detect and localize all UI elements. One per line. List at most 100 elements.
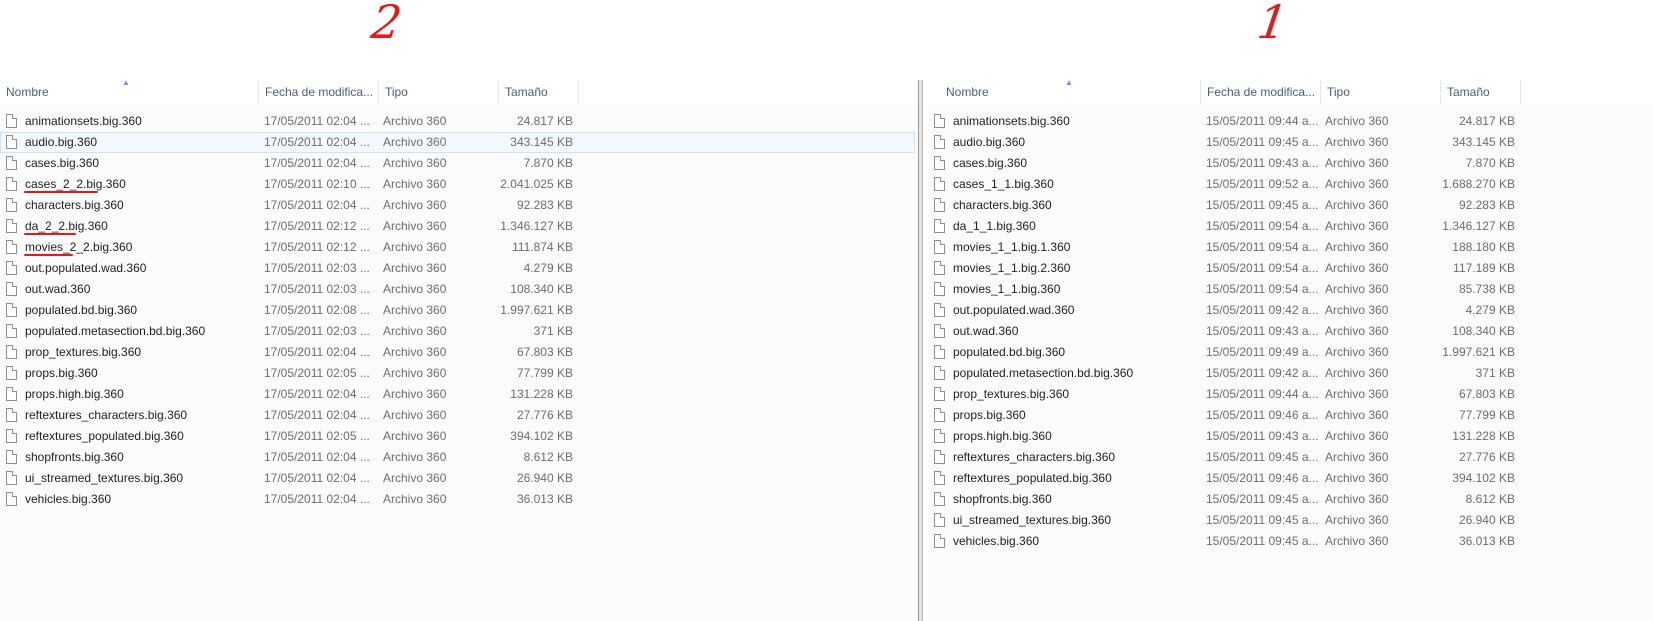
column-header-type[interactable]: Tipo (1320, 80, 1440, 104)
file-row[interactable]: cases.big.360 15/05/2011 09:43 a... Archiv… (928, 153, 1653, 174)
file-row[interactable]: out.populated.wad.360 15/05/2011 09:42 a.… (928, 300, 1653, 321)
file-size: 4.279 KB (1465, 303, 1515, 317)
file-name: populated.bd.big.360 (953, 345, 1066, 359)
file-row[interactable]: props.high.big.360 17/05/2011 02:04 ... Ar… (0, 384, 915, 405)
file-row[interactable]: props.big.360 15/05/2011 09:46 a... Archiv… (928, 405, 1653, 426)
file-row[interactable]: reftextures_populated.big.360 17/05/2011 … (0, 426, 915, 447)
file-size: 108.340 KB (510, 282, 573, 296)
file-row[interactable]: reftextures_characters.big.360 15/05/2011… (928, 447, 1653, 468)
file-row[interactable]: cases_2_2.big.360 17/05/2011 02:10 ... Arc… (0, 174, 915, 195)
file-type: Archivo 360 (1325, 408, 1389, 422)
file-type: Archivo 360 (383, 114, 447, 128)
file-row[interactable]: out.wad.360 17/05/2011 02:03 ... Archivo 3… (0, 279, 915, 300)
file-name: cases_1_1.big.360 (953, 177, 1054, 191)
file-type: Archivo 360 (1325, 114, 1389, 128)
red-underline-annotation (24, 191, 98, 193)
column-header-size[interactable]: Tamaño (1440, 80, 1520, 104)
file-type: Archivo 360 (1325, 387, 1389, 401)
file-type: Archivo 360 (383, 177, 447, 191)
file-row[interactable]: populated.bd.big.360 15/05/2011 09:49 a..… (928, 342, 1653, 363)
file-row[interactable]: animationsets.big.360 17/05/2011 02:04 ..… (0, 111, 915, 132)
file-name: props.big.360 (25, 366, 98, 380)
file-icon (934, 219, 945, 233)
file-row[interactable]: reftextures_characters.big.360 17/05/2011… (0, 405, 915, 426)
file-name: audio.big.360 (25, 135, 98, 149)
file-row[interactable]: cases.big.360 17/05/2011 02:04 ... Archivo… (0, 153, 915, 174)
file-row[interactable]: shopfronts.big.360 17/05/2011 02:04 ... Ar… (0, 447, 915, 468)
file-row[interactable]: prop_textures.big.360 15/05/2011 09:44 a.… (928, 384, 1653, 405)
file-date-modified: 17/05/2011 02:12 ... (264, 240, 370, 254)
file-size: 117.189 KB (1453, 261, 1515, 275)
file-row[interactable]: audio.big.360 15/05/2011 09:45 a... Archiv… (928, 132, 1653, 153)
red-underline-annotation (24, 233, 76, 235)
file-size: 27.776 KB (1458, 450, 1515, 464)
file-row[interactable]: props.high.big.360 15/05/2011 09:43 a... A… (928, 426, 1653, 447)
file-row[interactable]: ui_streamed_textures.big.360 17/05/2011 0… (0, 468, 915, 489)
file-row[interactable]: populated.bd.big.360 17/05/2011 02:08 ...… (0, 300, 915, 321)
file-row[interactable]: movies_1_1.big.360 15/05/2011 09:54 a... A… (928, 279, 1653, 300)
file-icon (6, 282, 17, 296)
file-row[interactable]: movies_2_2.big.360 17/05/2011 02:12 ... Ar… (0, 237, 915, 258)
file-icon (6, 303, 17, 317)
column-header-size[interactable]: Tamaño (498, 80, 578, 104)
file-type: Archivo 360 (383, 198, 447, 212)
file-icon (6, 261, 17, 275)
file-type: Archivo 360 (383, 492, 447, 506)
file-date-modified: 17/05/2011 02:04 ... (264, 135, 370, 149)
file-type: Archivo 360 (383, 261, 447, 275)
file-icon (6, 429, 17, 443)
column-header-name[interactable]: Nombre (940, 80, 1200, 104)
file-name: out.wad.360 (953, 324, 1019, 338)
file-size: 36.013 KB (1458, 534, 1515, 548)
file-name: animationsets.big.360 (953, 114, 1070, 128)
file-row[interactable]: da_2_2.big.360 17/05/2011 02:12 ... Archiv… (0, 216, 915, 237)
file-row[interactable]: vehicles.big.360 15/05/2011 09:45 a... Arc… (928, 531, 1653, 552)
column-header-name[interactable]: Nombre (0, 80, 258, 104)
file-type: Archivo 360 (1325, 492, 1389, 506)
column-header-bar: ▲ Nombre Fecha de modifica... Tipo Tamañ… (0, 80, 915, 104)
file-name: ui_streamed_textures.big.360 (25, 471, 184, 485)
file-list-pane-right: ▲ Nombre Fecha de modifica... Tipo Tamañ… (928, 80, 1653, 621)
file-list-left: animationsets.big.360 17/05/2011 02:04 ..… (0, 111, 915, 510)
file-row[interactable]: da_1_1.big.360 15/05/2011 09:54 a... Archi… (928, 216, 1653, 237)
file-date-modified: 15/05/2011 09:46 a... (1206, 471, 1319, 485)
file-name: characters.big.360 (953, 198, 1052, 212)
file-date-modified: 17/05/2011 02:04 ... (264, 114, 370, 128)
file-icon (934, 450, 945, 464)
file-size: 85.738 KB (1458, 282, 1515, 296)
column-header-date[interactable]: Fecha de modifica... (1200, 80, 1320, 104)
file-row[interactable]: audio.big.360 17/05/2011 02:04 ... Archivo… (0, 132, 915, 153)
file-icon (934, 324, 945, 338)
file-row[interactable]: props.big.360 17/05/2011 02:05 ... Archivo… (0, 363, 915, 384)
file-row[interactable]: populated.metasection.bd.big.360 15/05/20… (928, 363, 1653, 384)
file-date-modified: 17/05/2011 02:04 ... (264, 471, 370, 485)
file-row[interactable]: out.wad.360 15/05/2011 09:43 a... Archivo … (928, 321, 1653, 342)
file-name: populated.bd.big.360 (25, 303, 138, 317)
file-size: 1.997.621 KB (1442, 345, 1515, 359)
file-row[interactable]: characters.big.360 17/05/2011 02:04 ... Ar… (0, 195, 915, 216)
file-row[interactable]: reftextures_populated.big.360 15/05/2011 … (928, 468, 1653, 489)
file-row[interactable]: populated.metasection.bd.big.360 17/05/20… (0, 321, 915, 342)
file-type: Archivo 360 (1325, 513, 1389, 527)
file-icon (6, 240, 17, 254)
file-row[interactable]: shopfronts.big.360 15/05/2011 09:45 a... A… (928, 489, 1653, 510)
file-name: reftextures_characters.big.360 (953, 450, 1116, 464)
file-date-modified: 17/05/2011 02:03 ... (264, 324, 370, 338)
column-header-type[interactable]: Tipo (378, 80, 498, 104)
file-row[interactable]: out.populated.wad.360 17/05/2011 02:03 ..… (0, 258, 915, 279)
column-header-date[interactable]: Fecha de modifica... (258, 80, 378, 104)
file-row[interactable]: ui_streamed_textures.big.360 15/05/2011 0… (928, 510, 1653, 531)
red-underline-annotation (24, 254, 73, 256)
pane-divider[interactable] (915, 80, 928, 621)
file-size: 343.145 KB (510, 135, 573, 149)
file-type: Archivo 360 (1325, 219, 1389, 233)
file-row[interactable]: movies_1_1.big.2.360 15/05/2011 09:54 a..… (928, 258, 1653, 279)
file-date-modified: 17/05/2011 02:04 ... (264, 450, 370, 464)
file-row[interactable]: vehicles.big.360 17/05/2011 02:04 ... Arch… (0, 489, 915, 510)
file-row[interactable]: characters.big.360 15/05/2011 09:45 a... A… (928, 195, 1653, 216)
file-icon (934, 429, 945, 443)
file-row[interactable]: cases_1_1.big.360 15/05/2011 09:52 a... Ar… (928, 174, 1653, 195)
file-row[interactable]: prop_textures.big.360 17/05/2011 02:04 ..… (0, 342, 915, 363)
file-row[interactable]: animationsets.big.360 15/05/2011 09:44 a.… (928, 111, 1653, 132)
file-row[interactable]: movies_1_1.big.1.360 15/05/2011 09:54 a..… (928, 237, 1653, 258)
